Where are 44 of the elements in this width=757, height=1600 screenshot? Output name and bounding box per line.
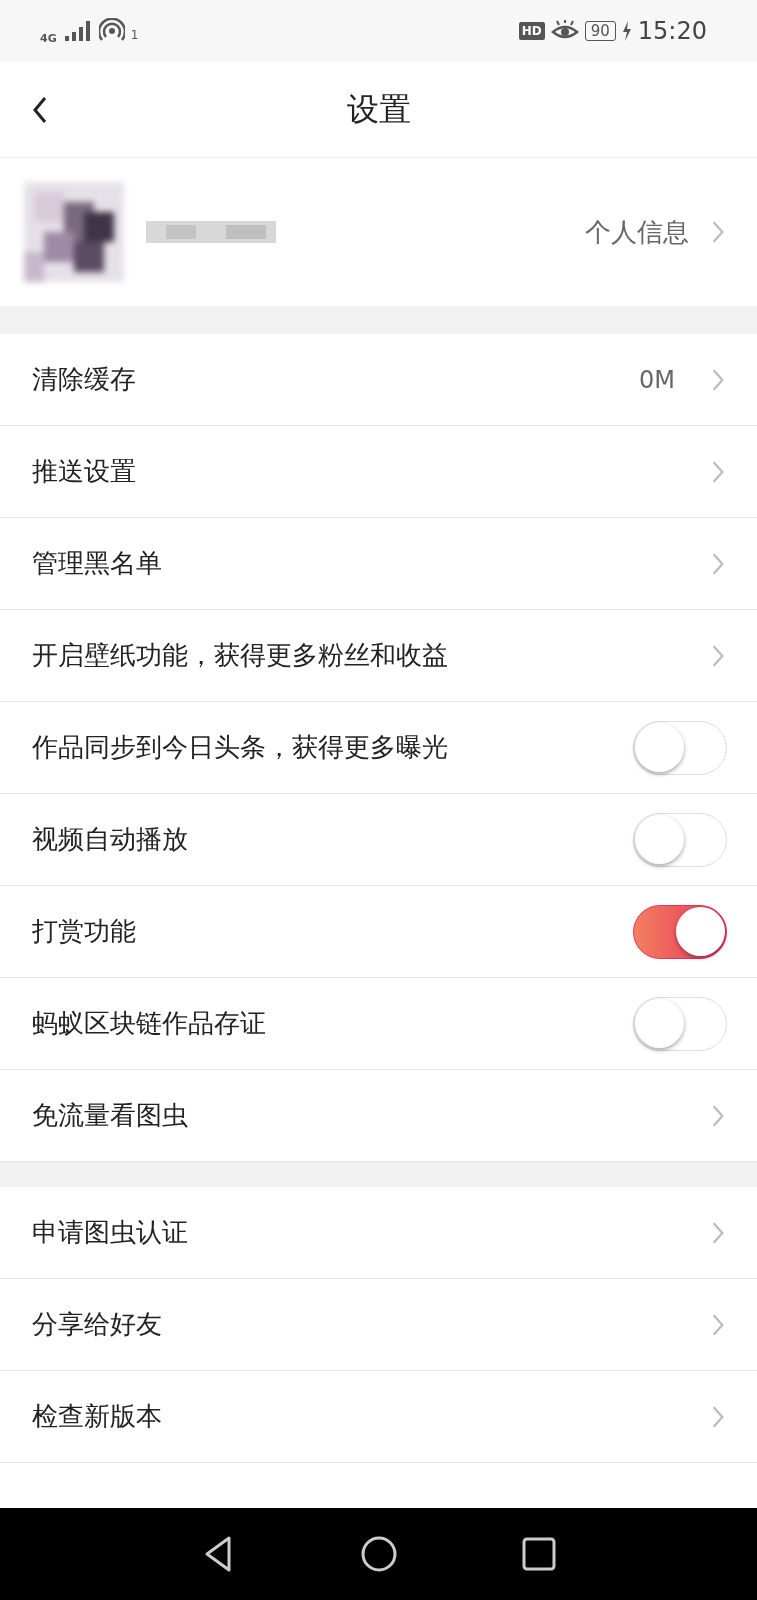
settings-row[interactable]: 检查新版本 bbox=[0, 1371, 757, 1463]
hd-badge: HD bbox=[518, 22, 545, 40]
chevron-icon bbox=[711, 220, 725, 244]
row-value: 0M bbox=[639, 365, 675, 394]
row-label: 推送设置 bbox=[32, 455, 137, 488]
settings-row[interactable]: 管理黑名单 bbox=[0, 518, 757, 610]
page-title: 设置 bbox=[346, 88, 411, 130]
row-label: 作品同步到今日头条，获得更多曝光 bbox=[32, 731, 449, 764]
chevron-icon bbox=[711, 643, 725, 668]
battery-level: 90 bbox=[584, 21, 616, 41]
signal-icon bbox=[62, 20, 93, 42]
network-type: 4G bbox=[40, 31, 57, 45]
row-label: 打赏功能 bbox=[32, 915, 137, 948]
row-label: 申请图虫认证 bbox=[32, 1216, 189, 1249]
row-label: 视频自动播放 bbox=[32, 823, 189, 856]
settings-row[interactable]: 蚂蚁区块链作品存证 bbox=[0, 978, 757, 1070]
settings-row[interactable]: 作品同步到今日头条，获得更多曝光 bbox=[0, 702, 757, 794]
row-label: 开启壁纸功能，获得更多粉丝和收益 bbox=[32, 639, 449, 672]
settings-row[interactable]: 打赏功能 bbox=[0, 886, 757, 978]
row-label: 清除缓存 bbox=[32, 363, 137, 396]
settings-row[interactable]: 开启壁纸功能，获得更多粉丝和收益 bbox=[0, 610, 757, 702]
settings-row[interactable]: 分享给好友 bbox=[0, 1279, 757, 1371]
chevron-icon bbox=[711, 1220, 725, 1245]
row-label: 检查新版本 bbox=[32, 1400, 163, 1433]
row-label: 分享给好友 bbox=[32, 1308, 163, 1341]
clock-time: 15:20 bbox=[637, 17, 707, 45]
toggle-switch[interactable] bbox=[633, 904, 727, 959]
settings-row[interactable]: 推送设置 bbox=[0, 426, 757, 518]
chevron-icon bbox=[711, 1312, 725, 1337]
chevron-icon bbox=[711, 1404, 725, 1429]
charging-icon bbox=[621, 21, 632, 41]
settings-row[interactable]: 视频自动播放 bbox=[0, 794, 757, 886]
row-label: 蚂蚁区块链作品存证 bbox=[32, 1007, 267, 1040]
settings-row[interactable]: 清除缓存 0M bbox=[0, 334, 757, 426]
chevron-icon bbox=[711, 459, 725, 484]
hotspot-count: 1 bbox=[130, 27, 139, 42]
profile-link[interactable]: 个人信息 bbox=[585, 214, 689, 250]
row-label: 免流量看图虫 bbox=[32, 1099, 189, 1132]
settings-row[interactable]: 申请图虫认证 bbox=[0, 1187, 757, 1279]
chevron-icon bbox=[711, 1103, 725, 1128]
row-label: 管理黑名单 bbox=[32, 547, 163, 580]
chevron-icon bbox=[711, 551, 725, 576]
back-icon[interactable] bbox=[32, 95, 48, 124]
chevron-icon bbox=[711, 367, 725, 392]
